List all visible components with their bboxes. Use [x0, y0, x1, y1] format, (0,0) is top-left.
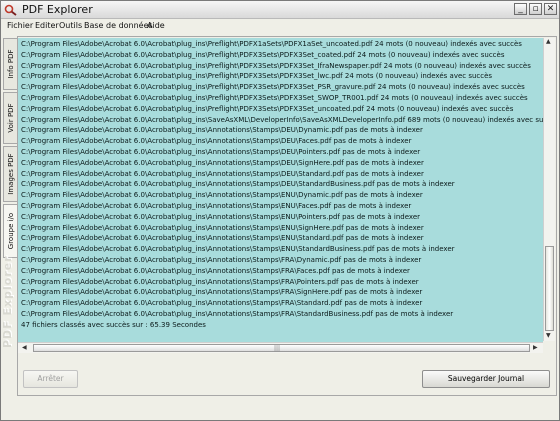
arrow-up-icon[interactable]: ▲ [546, 38, 551, 46]
close-button[interactable]: ✕ [544, 3, 557, 15]
log-line: 47 fichiers classés avec succès sur : 65… [21, 320, 206, 329]
menu-bar: Fichier Editer Outils Base de données Ai… [1, 19, 559, 33]
log-line: C:\Program Files\Adobe\Acrobat 6.0\Acrob… [21, 266, 410, 275]
tab-info-pdf-label: Info PDF [7, 49, 15, 79]
arrow-left-icon[interactable]: ◀ [22, 344, 27, 352]
log-line: C:\Program Files\Adobe\Acrobat 6.0\Acrob… [21, 148, 421, 156]
log-line: C:\Program Files\Adobe\Acrobat 6.0\Acrob… [21, 299, 423, 308]
tab-images-pdf-label: Images PDF [7, 153, 15, 195]
tab-groupe-io[interactable]: Groupe i/o [3, 204, 18, 258]
log-text-area[interactable]: C:\Program Files\Adobe\Acrobat 6.0\Acrob… [18, 38, 543, 342]
title-bar[interactable]: PDF Explorer _ ▫ ✕ [1, 1, 559, 19]
log-line: C:\Program Files\Adobe\Acrobat 6.0\Acrob… [21, 61, 531, 70]
window-controls: _ ▫ ✕ [514, 3, 557, 15]
log-line: C:\Program Files\Adobe\Acrobat 6.0\Acrob… [21, 191, 423, 200]
stop-button[interactable]: Arrêter [23, 370, 78, 388]
menu-fichier[interactable]: Fichier [7, 21, 33, 30]
log-line: C:\Program Files\Adobe\Acrobat 6.0\Acrob… [21, 288, 423, 297]
tab-voir-pdf-label: Voir PDF [7, 103, 15, 133]
log-line: C:\Program Files\Adobe\Acrobat 6.0\Acrob… [21, 50, 505, 59]
tab-voir-pdf[interactable]: Voir PDF [3, 92, 18, 144]
vertical-scroll-thumb[interactable] [545, 246, 554, 331]
maximize-button[interactable]: ▫ [529, 3, 542, 15]
log-line: C:\Program Files\Adobe\Acrobat 6.0\Acrob… [21, 137, 412, 146]
log-line: C:\Program Files\Adobe\Acrobat 6.0\Acrob… [21, 277, 419, 286]
pdf-explorer-app-icon [4, 4, 17, 16]
save-log-button[interactable]: Sauvegarder Journal [422, 370, 550, 388]
window-title: PDF Explorer [22, 3, 93, 16]
arrow-right-icon[interactable]: ▶ [533, 344, 538, 352]
log-line: C:\Program Files\Adobe\Acrobat 6.0\Acrob… [21, 180, 455, 189]
menu-editer[interactable]: Editer [35, 21, 59, 30]
log-line: C:\Program Files\Adobe\Acrobat 6.0\Acrob… [21, 40, 522, 48]
vertical-scrollbar[interactable]: ▲ ▼ [543, 38, 555, 341]
log-line: C:\Program Files\Adobe\Acrobat 6.0\Acrob… [21, 126, 423, 135]
tab-groupe-io-label: Groupe i/o [7, 212, 15, 250]
tab-info-pdf[interactable]: Info PDF [3, 38, 18, 90]
tab-images-pdf[interactable]: Images PDF [3, 146, 18, 202]
horizontal-scrollbar[interactable]: ◀ ||| ▶ [18, 342, 543, 353]
app-window: PDF Explorer _ ▫ ✕ Fichier Editer Outils… [0, 0, 560, 421]
brand-watermark: PDF Explorer [1, 255, 14, 348]
log-line: C:\Program Files\Adobe\Acrobat 6.0\Acrob… [21, 72, 493, 81]
log-line: C:\Program Files\Adobe\Acrobat 6.0\Acrob… [21, 310, 454, 318]
log-line: C:\Program Files\Adobe\Acrobat 6.0\Acrob… [21, 104, 514, 113]
log-line: C:\Program Files\Adobe\Acrobat 6.0\Acrob… [21, 169, 424, 178]
log-line: C:\Program Files\Adobe\Acrobat 6.0\Acrob… [21, 245, 455, 254]
log-line: C:\Program Files\Adobe\Acrobat 6.0\Acrob… [21, 202, 412, 210]
minimize-button[interactable]: _ [514, 3, 527, 15]
menu-aide[interactable]: Aide [147, 21, 165, 30]
log-line: C:\Program Files\Adobe\Acrobat 6.0\Acrob… [21, 223, 424, 232]
log-line: C:\Program Files\Adobe\Acrobat 6.0\Acrob… [21, 158, 424, 167]
log-line: C:\Program Files\Adobe\Acrobat 6.0\Acrob… [21, 83, 525, 92]
arrow-down-icon[interactable]: ▼ [546, 332, 551, 340]
log-line: C:\Program Files\Adobe\Acrobat 6.0\Acrob… [21, 234, 424, 243]
log-line: C:\Program Files\Adobe\Acrobat 6.0\Acrob… [21, 94, 528, 102]
log-line: C:\Program Files\Adobe\Acrobat 6.0\Acrob… [21, 256, 422, 264]
log-line: C:\Program Files\Adobe\Acrobat 6.0\Acrob… [21, 115, 543, 124]
scroll-grip-icon: ||| [274, 345, 281, 352]
menu-outils[interactable]: Outils [59, 21, 82, 30]
menu-base-de-donnees[interactable]: Base de données [84, 21, 153, 30]
horizontal-scroll-thumb[interactable]: ||| [33, 344, 530, 352]
log-line: C:\Program Files\Adobe\Acrobat 6.0\Acrob… [21, 212, 421, 221]
